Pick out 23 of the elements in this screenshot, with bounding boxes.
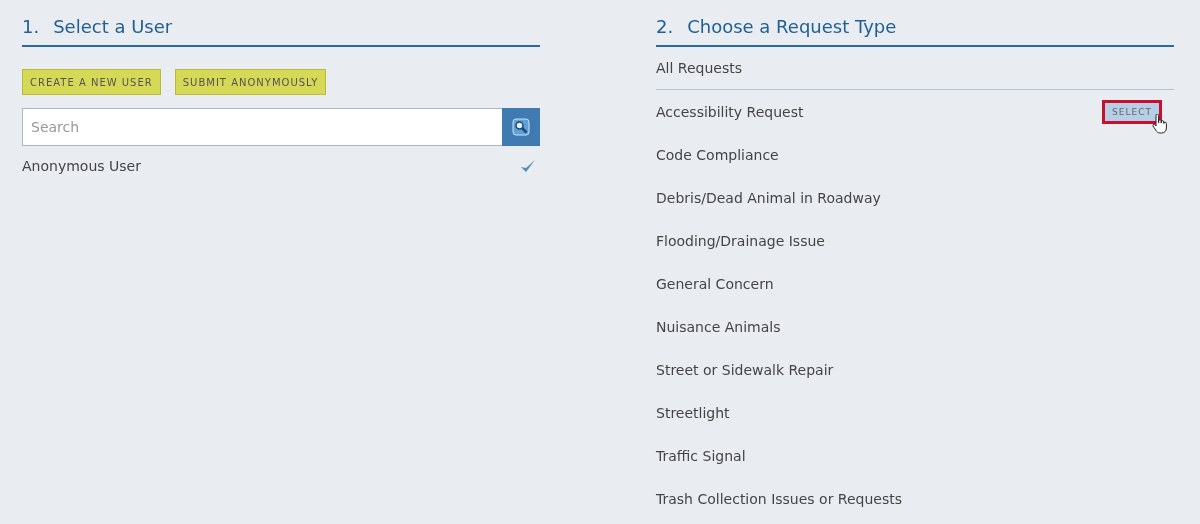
section-title: Choose a Request Type bbox=[687, 16, 897, 37]
action-button[interactable]: SUBMIT ANONYMOUSLY bbox=[174, 69, 327, 95]
step-number: 2. bbox=[656, 16, 674, 37]
step-number: 1. bbox=[22, 16, 40, 37]
request-type[interactable]: Streetlight bbox=[656, 404, 730, 421]
request-type[interactable]: Debris/Dead Animal in Roadway bbox=[656, 189, 881, 206]
request-type[interactable]: Flooding/Drainage Issue bbox=[656, 232, 825, 249]
request-type[interactable]: Street or Sidewalk Repair bbox=[656, 361, 834, 378]
user-name[interactable]: Anonymous User bbox=[22, 158, 141, 174]
select-button[interactable]: SELECT bbox=[1102, 99, 1162, 124]
request-type[interactable]: Traffic Signal bbox=[656, 447, 746, 464]
request-type[interactable]: Accessibility Request bbox=[656, 103, 804, 120]
action-button[interactable]: CREATE A NEW USER bbox=[22, 69, 161, 95]
section-title: Select a User bbox=[53, 16, 173, 37]
request-type[interactable]: General Concern bbox=[656, 275, 774, 292]
request-type[interactable]: Nuisance Animals bbox=[656, 318, 781, 335]
request-type[interactable]: All Requests bbox=[656, 60, 742, 76]
search-field[interactable]: Search bbox=[22, 108, 502, 146]
hand-cursor-icon bbox=[1152, 113, 1169, 134]
request-type[interactable]: Trash Collection Issues or Requests bbox=[656, 490, 903, 507]
request-type[interactable]: Code Compliance bbox=[656, 146, 779, 163]
search-icon bbox=[512, 118, 530, 136]
search-button[interactable] bbox=[502, 108, 540, 146]
